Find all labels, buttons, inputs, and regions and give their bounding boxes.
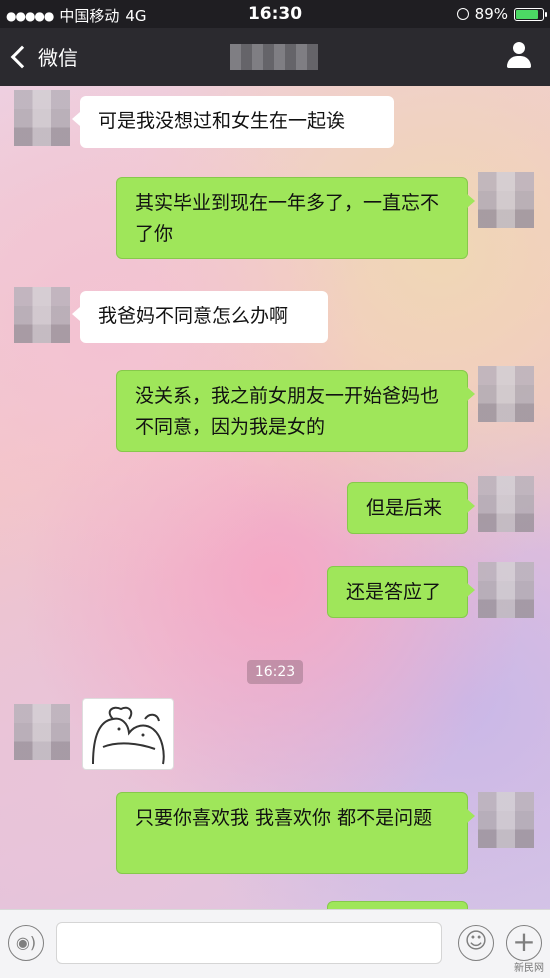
person-icon[interactable]	[506, 42, 532, 70]
battery-icon	[514, 7, 547, 21]
chat-title-blurred	[230, 44, 318, 70]
my-avatar[interactable]	[478, 562, 534, 618]
person-icon-body	[507, 56, 531, 68]
message-bubble-incoming[interactable]: 可是我没想过和女生在一起诶	[72, 96, 394, 148]
plus-icon[interactable]: +	[506, 925, 542, 961]
message-timestamp: 16:23	[247, 660, 303, 684]
message-bubble-outgoing[interactable]: 其实毕业到现在一年多了，一直忘不了你	[116, 177, 475, 259]
my-avatar[interactable]	[478, 366, 534, 422]
status-right: 89%	[456, 5, 547, 23]
message-bubble-outgoing-partial[interactable]	[327, 901, 468, 909]
back-button[interactable]: 微信	[10, 42, 78, 71]
battery-percent: 89%	[474, 5, 508, 23]
battery-fill	[516, 9, 538, 19]
watermark: 新民网	[514, 963, 544, 974]
emoji-icon[interactable]: ☺	[458, 925, 494, 961]
contact-avatar[interactable]	[14, 704, 70, 760]
contact-avatar[interactable]	[14, 287, 70, 343]
chevron-left-icon	[10, 45, 34, 68]
message-bubble-outgoing[interactable]: 只要你喜欢我 我喜欢你 都不是问题	[116, 792, 475, 874]
my-avatar[interactable]	[478, 476, 534, 532]
my-avatar[interactable]	[478, 792, 534, 848]
input-bar: ◉) ☺ + 新民网	[0, 909, 550, 978]
message-bubble-outgoing[interactable]: 没关系，我之前女朋友一开始爸妈也不同意，因为我是女的	[116, 370, 475, 452]
message-list[interactable]: 可是我没想过和女生在一起诶 其实毕业到现在一年多了，一直忘不了你 我爸妈不同意怎…	[0, 86, 550, 909]
status-bar: ●●●●● 中国移动 4G 16:30 89%	[0, 0, 550, 28]
message-bubble-outgoing[interactable]: 还是答应了	[327, 566, 475, 618]
rotation-lock-icon	[456, 8, 469, 20]
contact-avatar[interactable]	[14, 90, 70, 146]
voice-icon[interactable]: ◉)	[8, 925, 44, 961]
message-bubble-incoming[interactable]: 我爸妈不同意怎么办啊	[72, 291, 328, 343]
my-avatar[interactable]	[478, 172, 534, 228]
message-input[interactable]	[56, 922, 442, 964]
message-bubble-outgoing[interactable]: 但是后来	[347, 482, 475, 534]
person-icon-head	[513, 42, 525, 54]
hug-sticker-icon[interactable]	[82, 698, 174, 770]
back-label: 微信	[38, 46, 78, 70]
hug-sticker-drawing	[92, 706, 165, 765]
chat-header: 微信	[0, 28, 550, 86]
